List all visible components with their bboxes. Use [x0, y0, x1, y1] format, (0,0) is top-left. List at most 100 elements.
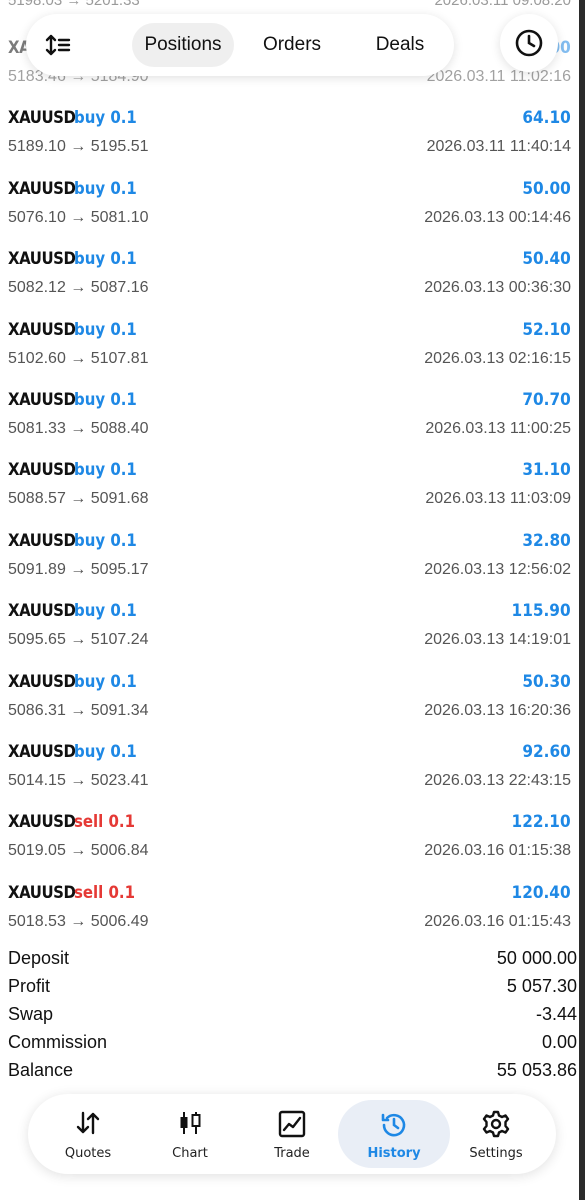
deal-symbol: XAUUSD — [8, 249, 76, 270]
deal-symbol: XAUUSD — [8, 108, 76, 129]
tab-positions[interactable]: Positions — [132, 23, 234, 67]
deal-time: 2026.03.13 22:43:15 — [424, 772, 571, 789]
deal-row[interactable]: XAUUSD buy 0.1 32.80 5091.89 → 5095.17 2026.… — [8, 521, 571, 591]
deal-symbol: XAUUSD — [8, 178, 76, 199]
nav-label: Trade — [274, 1146, 310, 1161]
deal-prices: 5198.03 → 5201.33 — [8, 0, 140, 9]
nav-quotes[interactable]: Quotes — [38, 1100, 138, 1168]
trade-chart-icon — [278, 1110, 306, 1138]
account-summary: Deposit 50 000.00 Profit 5 057.30 Swap -… — [8, 946, 577, 1086]
deal-row[interactable]: XAUUSD sell 0.1 122.10 5019.05 → 5006.84 202… — [8, 802, 571, 872]
summary-value: -3.44 — [535, 1004, 577, 1024]
deal-profit: 64.10 — [522, 108, 571, 129]
top-tab-bar: Positions Orders Deals — [26, 14, 454, 76]
deal-time: 2026.03.16 01:15:38 — [424, 842, 571, 860]
deal-prices: 5102.60 → 5107.81 — [8, 349, 149, 367]
deal-row[interactable]: XAUUSD buy 0.1 52.10 5102.60 → 5107.81 2026.… — [8, 310, 571, 380]
deal-side-volume: buy 0.1 — [74, 460, 137, 481]
period-button[interactable] — [500, 14, 558, 72]
deal-time: 2026.03.11 09:08:20 — [434, 0, 571, 9]
deal-profit: 50.30 — [522, 671, 571, 692]
deal-row[interactable]: XAUUSD buy 0.1 31.10 5088.57 → 5091.68 2026.… — [8, 450, 571, 520]
nav-trade[interactable]: Trade — [242, 1100, 342, 1168]
summary-balance: Balance 55 053.86 — [8, 1058, 577, 1086]
deal-profit: 31.10 — [522, 460, 571, 481]
summary-deposit: Deposit 50 000.00 — [8, 946, 577, 974]
sort-button[interactable] — [40, 27, 76, 63]
deal-side-volume: buy 0.1 — [74, 390, 137, 410]
summary-label: Commission — [8, 1032, 108, 1052]
deal-profit: 50.40 — [522, 249, 571, 270]
deal-profit: 32.80 — [522, 530, 571, 551]
summary-label: Profit — [8, 976, 51, 996]
deal-row[interactable]: XAUUSD sell 0.1 120.40 5018.53 → 5006.49 202… — [8, 873, 571, 943]
deal-profit: 120.40 — [511, 882, 571, 903]
deal-symbol: XAUUSD — [8, 882, 76, 903]
summary-profit: Profit 5 057.30 — [8, 974, 577, 1002]
deal-side-volume: buy 0.1 — [74, 530, 137, 551]
deal-row[interactable]: XAUUSD buy 0.1 115.90 5095.65 → 5107.24 2026… — [8, 591, 571, 661]
deal-profit: 50.00 — [522, 178, 571, 199]
deal-row[interactable]: XAUUSD buy 0.1 92.60 5014.15 → 5023.41 2026.… — [8, 732, 571, 802]
deal-symbol: XAUUSD — [8, 460, 76, 481]
deal-side-volume: sell 0.1 — [74, 882, 136, 903]
deal-time: 2026.03.13 00:36:30 — [424, 279, 571, 297]
sort-icon — [45, 34, 71, 56]
tab-orders[interactable]: Orders — [250, 23, 334, 67]
deal-side-volume: sell 0.1 — [74, 812, 136, 833]
deal-row[interactable]: XAUUSD buy 0.1 50.30 5086.31 → 5091.34 2026.… — [8, 662, 571, 732]
clock-icon — [515, 29, 543, 57]
nav-label: Quotes — [64, 1146, 112, 1161]
deal-prices: 5189.10 → 5195.51 — [8, 138, 149, 156]
deal-row[interactable]: XAUUSD buy 0.1 50.40 5082.12 → 5087.16 2026.… — [8, 239, 571, 309]
deal-time: 2026.03.13 11:00:25 — [425, 420, 571, 437]
deal-side-volume: buy 0.1 — [74, 108, 137, 129]
deal-side-volume: buy 0.1 — [74, 319, 137, 340]
deal-symbol: XAUUSD — [8, 390, 76, 410]
summary-swap: Swap -3.44 — [8, 1002, 577, 1030]
deal-time: 2026.03.13 02:16:15 — [424, 349, 571, 367]
summary-value: 5 057.30 — [506, 976, 577, 996]
summary-value: 50 000.00 — [496, 948, 577, 968]
deal-prices: 5081.33 → 5088.40 — [8, 420, 149, 437]
deal-row[interactable]: XAUUSD buy 0.1 50.00 5076.10 → 5081.10 2026.… — [8, 169, 571, 239]
summary-label: Deposit — [8, 948, 70, 968]
nav-settings[interactable]: Settings — [446, 1100, 546, 1168]
deal-time: 2026.03.11 11:40:14 — [426, 138, 571, 156]
deal-side-volume: buy 0.1 — [74, 249, 137, 270]
deal-prices: 5088.57 → 5091.68 — [8, 490, 149, 508]
summary-label: Balance — [8, 1060, 74, 1080]
nav-chart[interactable]: Chart — [140, 1100, 240, 1168]
summary-value: 0.00 — [541, 1032, 577, 1052]
history-clock-icon — [381, 1113, 406, 1137]
deal-profit: 92.60 — [522, 742, 571, 762]
candlestick-icon — [180, 1112, 201, 1134]
deal-profit: 52.10 — [522, 319, 571, 340]
deal-row[interactable]: XAUUSD buy 0.1 70.70 5081.33 → 5088.40 2026.… — [8, 380, 571, 450]
screen-edge — [579, 0, 585, 1200]
deal-side-volume: buy 0.1 — [74, 742, 137, 762]
deal-profit: 122.10 — [511, 812, 571, 833]
deal-symbol: XAUUSD — [8, 319, 76, 340]
summary-commission: Commission 0.00 — [8, 1030, 577, 1058]
deal-row[interactable]: XAUUSD buy 0.1 64.10 5189.10 → 5195.51 2026.… — [8, 98, 571, 168]
quotes-arrows-icon — [76, 1111, 100, 1135]
deal-time: 2026.03.13 11:03:09 — [425, 490, 571, 508]
deal-time: 2026.03.13 14:19:01 — [424, 631, 571, 649]
deal-prices: 5095.65 → 5107.24 — [8, 631, 149, 649]
deal-symbol: XAUUSD — [8, 530, 76, 551]
deal-symbol: XAUUSD — [8, 601, 76, 622]
deal-side-volume: buy 0.1 — [74, 178, 137, 199]
deal-side-volume: buy 0.1 — [74, 671, 137, 692]
nav-history[interactable]: History — [338, 1100, 450, 1168]
deal-prices: 5019.05 → 5006.84 — [8, 842, 149, 860]
deal-prices: 5091.89 → 5095.17 — [8, 560, 149, 578]
gear-icon — [482, 1110, 510, 1138]
deal-time: 2026.03.16 01:15:43 — [424, 912, 571, 930]
summary-value: 55 053.86 — [496, 1060, 577, 1080]
deal-time: 2026.03.13 16:20:36 — [424, 701, 571, 719]
clipped-deal-row[interactable]: 5198.03 → 5201.33 2026.03.11 09:08:20 — [8, 0, 571, 12]
tab-deals[interactable]: Deals — [362, 23, 438, 67]
deal-prices: 5018.53 → 5006.49 — [8, 912, 149, 930]
bottom-navigation: Quotes Chart Trade History Settings — [28, 1094, 556, 1174]
